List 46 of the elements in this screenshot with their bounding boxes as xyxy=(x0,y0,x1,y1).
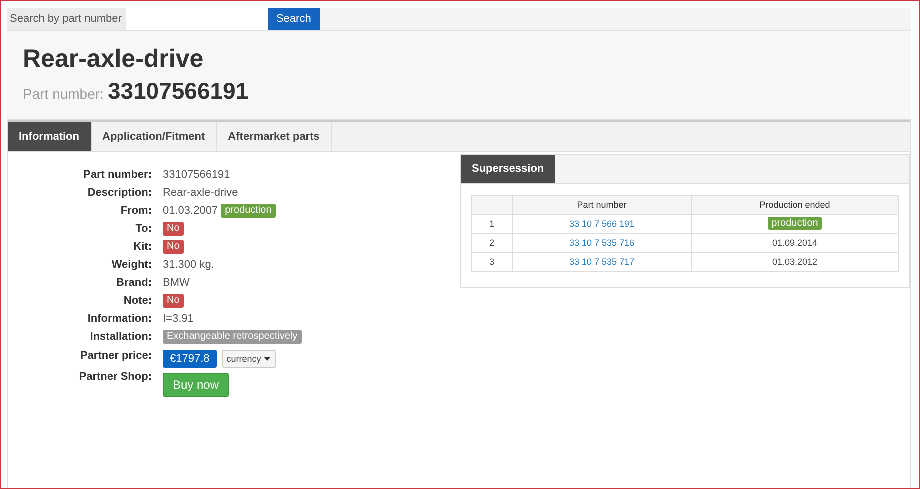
field-label: Weight: xyxy=(110,258,152,273)
field-label: Information: xyxy=(86,312,152,327)
date-text: 01.03.2012 xyxy=(772,257,818,267)
column-header: Production ended xyxy=(692,196,898,214)
price-label: €1797.8 xyxy=(163,350,217,368)
part-title: Rear-axle-drive xyxy=(23,45,205,74)
search-button[interactable]: Search xyxy=(268,8,320,30)
status-badge: No xyxy=(163,240,184,254)
status-badge: No xyxy=(163,294,184,308)
tab[interactable]: Information xyxy=(8,122,92,151)
tab[interactable]: Aftermarket parts xyxy=(217,122,332,151)
field-label: Kit: xyxy=(132,240,152,255)
search-label: Search by part number xyxy=(7,8,126,30)
part-number-link[interactable]: 33 10 7 535 717 xyxy=(569,257,635,267)
field-label: Installation: xyxy=(89,330,152,345)
column-header: Part number xyxy=(512,196,692,214)
row-number: 1 xyxy=(472,214,512,234)
field-value: 33107566191 xyxy=(163,169,230,181)
field-label: Brand: xyxy=(116,276,152,291)
field-label: Part number: xyxy=(82,168,152,183)
row-number: 3 xyxy=(472,252,512,272)
field-label: Description: xyxy=(86,186,152,201)
part-number-link[interactable]: 33 10 7 535 716 xyxy=(569,238,635,248)
status-badge: production xyxy=(768,217,822,230)
part-number: 33107566191 xyxy=(108,78,249,105)
field-label: To: xyxy=(134,222,152,237)
field-value: Rear-axle-drive xyxy=(163,187,238,199)
field-label: Partner Shop: xyxy=(78,370,152,385)
field-value: BMW xyxy=(163,277,190,289)
field-label: Partner price: xyxy=(79,349,152,364)
field-value: 31.300 kg. xyxy=(163,259,214,271)
part-number-link[interactable]: 33 10 7 566 191 xyxy=(569,219,635,229)
status-badge: No xyxy=(163,222,184,236)
field-label: Note: xyxy=(122,294,152,309)
date-text: 01.09.2014 xyxy=(772,238,818,248)
caret-icon xyxy=(264,356,272,360)
field-value: 01.03.2007 xyxy=(163,205,218,217)
row-number: 2 xyxy=(472,234,512,252)
part-number-label: Part number: xyxy=(23,86,104,102)
status-badge: Exchangeable retrospectively xyxy=(163,330,302,344)
tab[interactable]: Application/Fitment xyxy=(92,122,218,151)
currency-dropdown[interactable]: currency xyxy=(222,350,276,368)
field-label: From: xyxy=(120,204,152,219)
status-badge: production xyxy=(221,204,276,218)
search-field[interactable] xyxy=(126,8,268,30)
field-value: I=3,91 xyxy=(163,313,194,325)
